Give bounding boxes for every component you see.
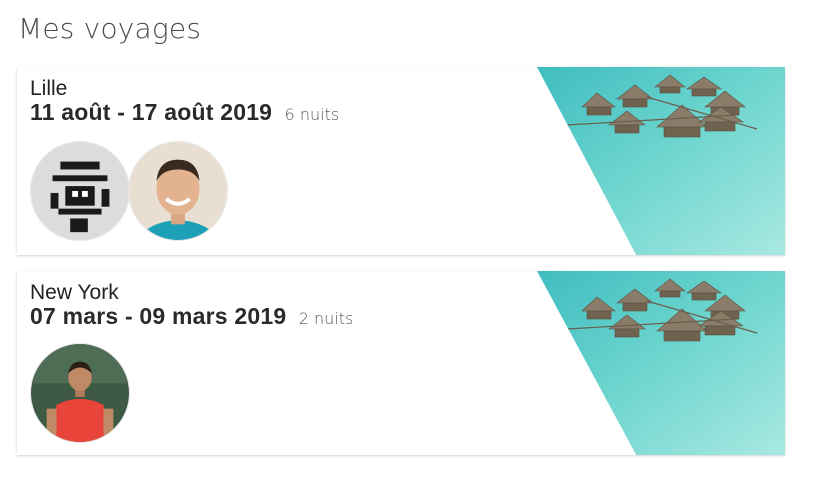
trip-cover-image xyxy=(537,271,785,455)
trip-card-new-york[interactable]: New York 07 mars - 09 mars 2019 2 nuits xyxy=(17,271,785,455)
trip-card-lille[interactable]: Lille 11 août - 17 août 2019 6 nuits xyxy=(17,67,785,255)
trip-dates: 11 août - 17 août 2019 xyxy=(30,99,273,125)
traveler-avatar-abstract[interactable] xyxy=(30,141,130,241)
traveler-avatars xyxy=(30,141,228,241)
traveler-avatar-man-red-shirt[interactable] xyxy=(30,343,130,443)
traveler-avatar-man-smiling[interactable] xyxy=(128,141,228,241)
trip-nights: 6 nuits xyxy=(284,105,340,124)
trip-city: New York xyxy=(30,281,119,304)
trip-city: Lille xyxy=(30,77,68,100)
trip-cover-image xyxy=(537,67,785,255)
trip-dates: 07 mars - 09 mars 2019 xyxy=(30,303,287,329)
page-title: Mes voyages xyxy=(18,12,202,45)
traveler-avatars xyxy=(30,343,130,443)
trip-nights: 2 nuits xyxy=(298,309,354,328)
